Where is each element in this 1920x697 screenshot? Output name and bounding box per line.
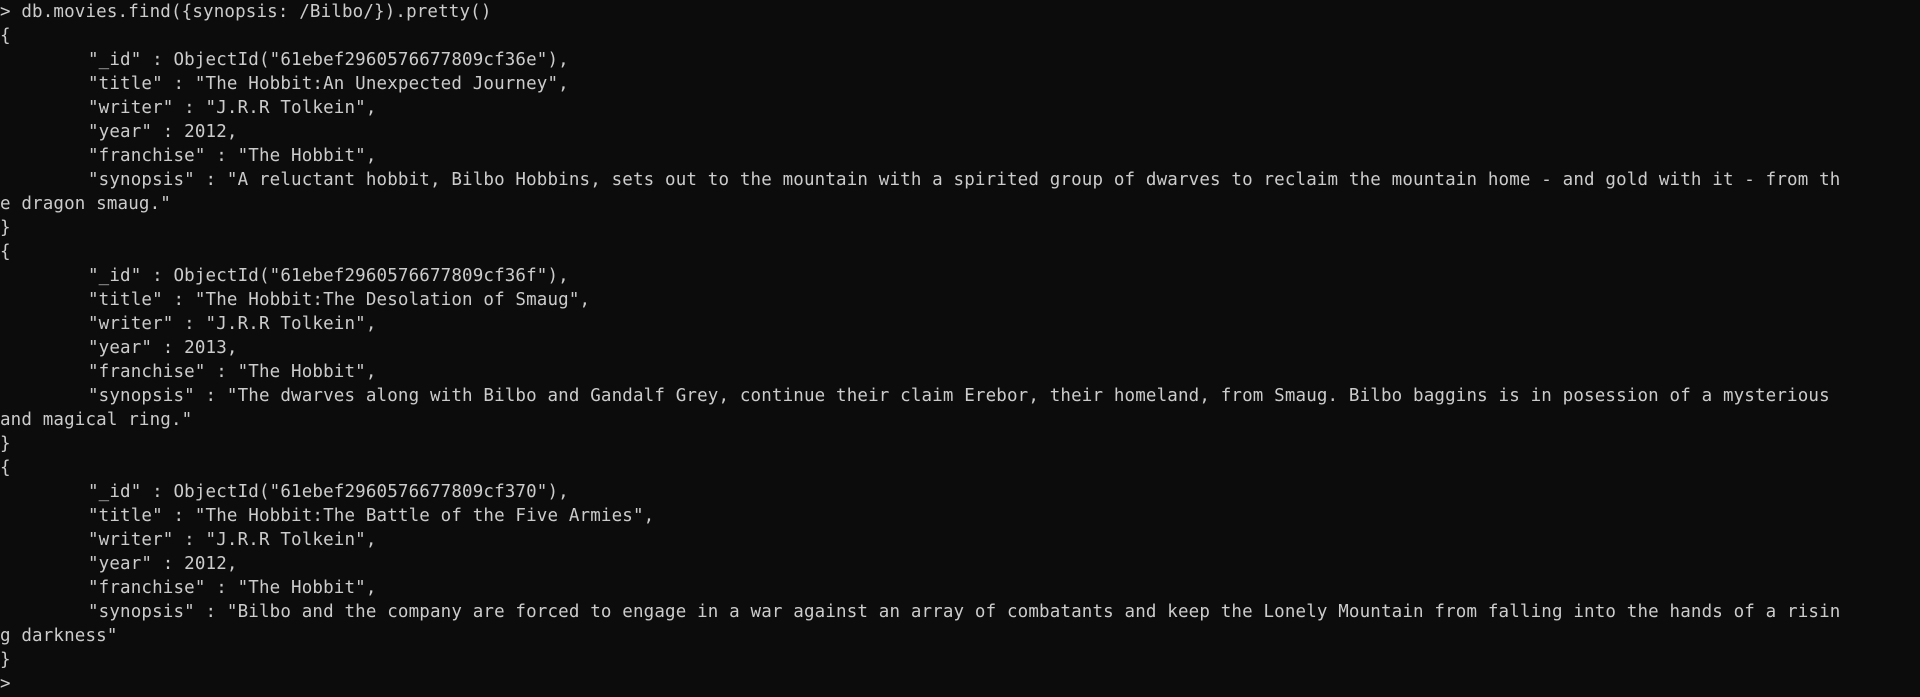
doc-writer-line: "writer" : "J.R.R Tolkein",: [88, 98, 377, 118]
doc-synopsis-wrap-line: g darkness": [0, 626, 118, 646]
doc-id-line: "_id" : ObjectId("61ebef2960576677809cf3…: [88, 50, 569, 70]
doc-title-line: "title" : "The Hobbit:An Unexpected Jour…: [88, 74, 569, 94]
command-text: db.movies.find({synopsis: /Bilbo/}).pret…: [10, 2, 492, 22]
prompt-symbol: >: [0, 674, 11, 694]
open-brace: {: [0, 242, 11, 262]
command-line: > db.movies.find({synopsis: /Bilbo/}).pr…: [0, 0, 1920, 24]
doc-title-line: "title" : "The Hobbit:The Battle of the …: [88, 506, 655, 526]
input-prompt[interactable]: >: [0, 672, 1920, 696]
terminal-window[interactable]: > db.movies.find({synopsis: /Bilbo/}).pr…: [0, 0, 1920, 697]
doc-synopsis-line: "synopsis" : "The dwarves along with Bil…: [88, 386, 1830, 406]
doc-synopsis-line: "synopsis" : "Bilbo and the company are …: [88, 602, 1841, 622]
close-brace: }: [0, 434, 11, 454]
doc-synopsis-wrap-line: and magical ring.": [0, 410, 193, 430]
doc-year-line: "year" : 2012,: [88, 122, 238, 142]
doc-franchise-line: "franchise" : "The Hobbit",: [88, 362, 377, 382]
doc-franchise-line: "franchise" : "The Hobbit",: [88, 146, 377, 166]
doc-synopsis-line: "synopsis" : "A reluctant hobbit, Bilbo …: [88, 170, 1841, 190]
doc-title-line: "title" : "The Hobbit:The Desolation of …: [88, 290, 591, 310]
doc-franchise-line: "franchise" : "The Hobbit",: [88, 578, 377, 598]
doc-year-line: "year" : 2013,: [88, 338, 238, 358]
doc-year-line: "year" : 2012,: [88, 554, 238, 574]
prompt-symbol: >: [0, 2, 11, 22]
doc-writer-line: "writer" : "J.R.R Tolkein",: [88, 530, 377, 550]
doc-synopsis-wrap-line: e dragon smaug.": [0, 194, 171, 214]
close-brace: }: [0, 218, 11, 238]
open-brace: {: [0, 458, 11, 478]
close-brace: }: [0, 650, 11, 670]
doc-writer-line: "writer" : "J.R.R Tolkein",: [88, 314, 377, 334]
doc-id-line: "_id" : ObjectId("61ebef2960576677809cf3…: [88, 482, 569, 502]
doc-id-line: "_id" : ObjectId("61ebef2960576677809cf3…: [88, 266, 569, 286]
open-brace: {: [0, 26, 11, 46]
